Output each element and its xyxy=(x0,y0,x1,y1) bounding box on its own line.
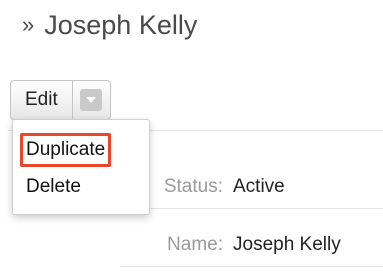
status-label: Status: xyxy=(163,176,223,197)
menu-item-delete[interactable]: Delete xyxy=(23,173,84,201)
actions-dropdown-toggle[interactable] xyxy=(73,81,110,119)
detail-row-status: Status: Active xyxy=(120,166,383,209)
status-value: Active xyxy=(233,176,285,197)
name-label: Name: xyxy=(167,234,223,255)
name-value: Joseph Kelly xyxy=(233,234,341,255)
menu-item-duplicate[interactable]: Duplicate xyxy=(20,133,112,167)
breadcrumb-chevron-icon: » xyxy=(22,12,35,37)
chevron-down-icon xyxy=(80,89,103,111)
edit-button-group: Edit xyxy=(10,80,111,120)
record-view: » Joseph Kelly Status: Active Name: Josep… xyxy=(0,0,383,271)
page-title: » Joseph Kelly xyxy=(22,10,197,41)
edit-button[interactable]: Edit xyxy=(11,81,73,119)
detail-row-name: Name: Joseph Kelly xyxy=(120,224,383,267)
actions-dropdown-menu: Duplicate Delete xyxy=(12,119,150,215)
record-name: Joseph Kelly xyxy=(44,10,198,40)
